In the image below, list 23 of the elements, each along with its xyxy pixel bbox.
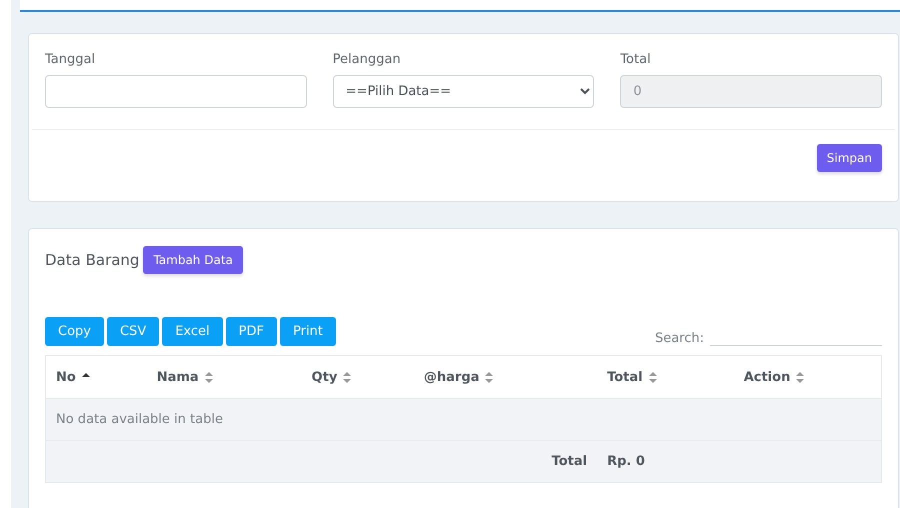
export-button[interactable]: PDF	[226, 317, 277, 346]
add-data-button[interactable]: Tambah Data	[143, 246, 243, 274]
field-label: Total	[620, 52, 652, 67]
footer-total: Rp. 0	[607, 454, 645, 469]
export-button[interactable]: CSV	[106, 317, 160, 346]
field-label: Tanggal	[45, 52, 96, 67]
search-label: Search:	[654, 331, 704, 346]
customer-select[interactable]: ==Pilih Data==	[332, 75, 594, 108]
field-label: Pelanggan	[332, 52, 402, 67]
input-field[interactable]	[45, 75, 307, 108]
column-header[interactable]: Nama	[156, 370, 199, 384]
column-header[interactable]: Qty	[312, 370, 338, 384]
export-button[interactable]: Copy	[45, 317, 104, 346]
column-header[interactable]: Action	[744, 370, 790, 384]
card-title: Data Barang	[45, 251, 140, 269]
footer-label: Total	[552, 454, 588, 469]
column-header[interactable]: No	[56, 370, 76, 384]
save-button[interactable]: Simpan	[816, 144, 882, 172]
export-button[interactable]: Print	[280, 317, 336, 346]
export-button[interactable]: Excel	[162, 317, 223, 346]
empty-message: No data available in table	[56, 412, 223, 427]
column-header[interactable]: @harga	[424, 370, 480, 384]
column-header[interactable]: Total	[607, 370, 643, 384]
